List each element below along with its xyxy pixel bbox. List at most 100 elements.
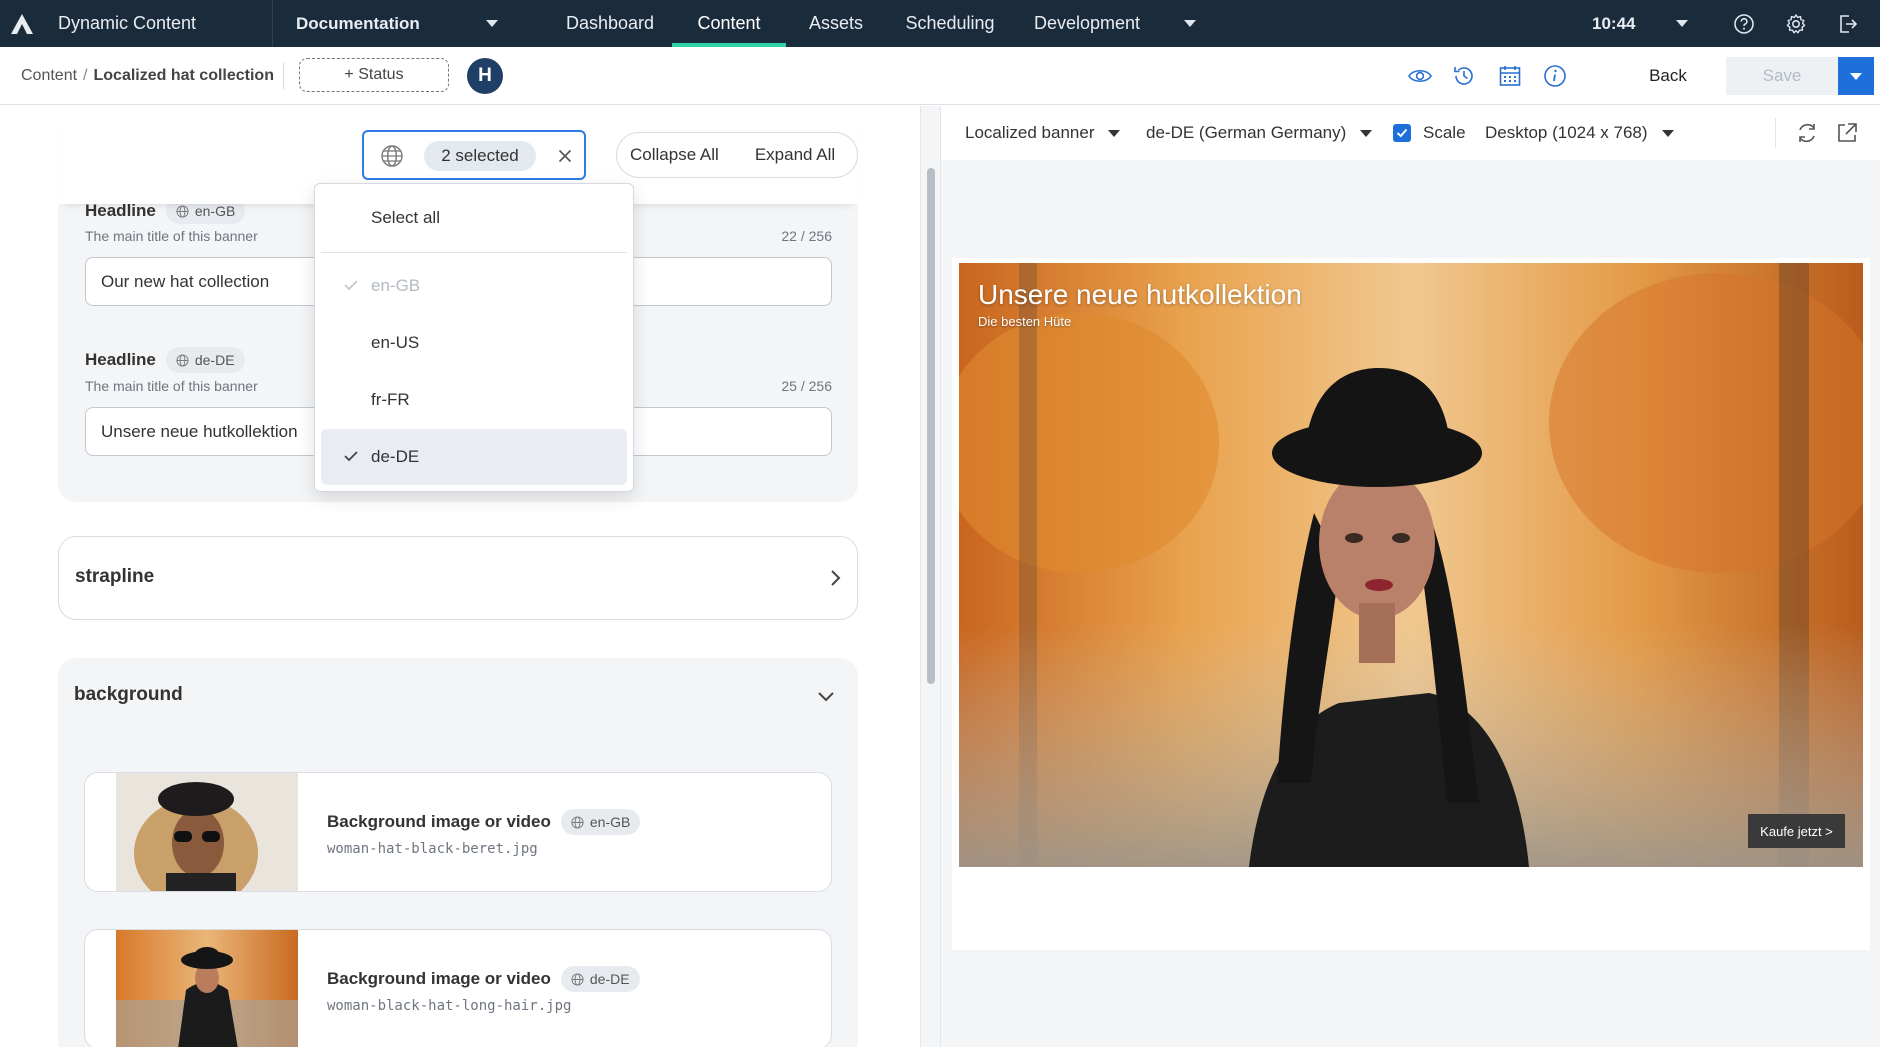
locale-option-de-de[interactable]: de-DE	[321, 429, 627, 485]
device-select-value: Desktop (1024 x 768)	[1485, 123, 1648, 142]
media-label: Background image or video en-GB	[327, 809, 641, 835]
banner-cta-button[interactable]: Kaufe jetzt >	[1748, 814, 1845, 848]
template-select-value: Localized banner	[965, 123, 1095, 142]
header-divider	[283, 63, 284, 89]
time-display: 10:44	[1592, 13, 1636, 33]
option-label: de-DE	[371, 447, 420, 466]
close-icon[interactable]	[554, 145, 576, 167]
menu-divider	[321, 252, 627, 253]
option-label: en-GB	[371, 276, 421, 295]
eye-icon[interactable]	[1406, 62, 1434, 90]
scale-checkbox[interactable]: Scale	[1393, 106, 1466, 160]
calendar-icon[interactable]	[1496, 62, 1524, 90]
banner-subtitle: Die besten Hüte	[978, 314, 1072, 329]
check-icon	[1396, 128, 1408, 138]
expand-all-button[interactable]: Expand All	[719, 145, 835, 165]
locale-tag: de-DE	[560, 966, 640, 992]
media-item-en-gb[interactable]: Background image or video en-GB woman-ha…	[84, 772, 832, 892]
logo-icon[interactable]	[10, 0, 36, 47]
tab-dashboard[interactable]: Dashboard	[548, 0, 672, 47]
avatar[interactable]: H	[467, 58, 503, 94]
thumbnail-image	[116, 930, 298, 1047]
save-button[interactable]: Save	[1726, 57, 1838, 95]
background-section: background Background image or video en-…	[58, 658, 858, 1047]
logout-icon[interactable]	[1835, 0, 1861, 47]
chevron-down-icon	[1850, 72, 1862, 80]
chevron-down-icon	[1676, 20, 1688, 27]
device-select[interactable]: Desktop (1024 x 768)	[1485, 106, 1674, 160]
tab-scheduling[interactable]: Scheduling	[886, 0, 1014, 47]
banner-preview[interactable]: Unsere neue hutkollektion Die besten Hüt…	[959, 263, 1863, 867]
locale-option-fr-fr[interactable]: fr-FR	[321, 372, 627, 428]
globe-icon	[571, 815, 584, 829]
breadcrumb: Content / Localized hat collection	[21, 47, 274, 105]
chevron-right-icon[interactable]	[825, 568, 845, 588]
external-link-icon[interactable]	[1834, 120, 1860, 146]
character-counter: 22 / 256	[781, 228, 832, 244]
globe-icon	[381, 145, 403, 167]
gear-icon[interactable]	[1783, 0, 1809, 47]
field-description: The main title of this banner	[85, 228, 258, 244]
preview-locale-select[interactable]: de-DE (German Germany)	[1146, 106, 1373, 160]
selected-count-chip: 2 selected	[424, 141, 536, 171]
media-label-text: Background image or video	[327, 969, 551, 988]
locale-tag-text: en-GB	[589, 814, 631, 830]
app-name: Dynamic Content	[58, 13, 197, 33]
locale-tag: en-GB	[560, 809, 641, 835]
check-icon	[344, 280, 358, 291]
refresh-icon[interactable]	[1794, 120, 1820, 146]
locale-filter-select[interactable]: 2 selected	[362, 130, 586, 180]
scrollbar-thumb[interactable]	[927, 168, 935, 684]
collapse-expand-group: Collapse All Expand All	[616, 132, 858, 178]
strapline-section[interactable]: strapline	[58, 536, 858, 620]
chevron-down-icon[interactable]	[816, 686, 836, 706]
visualization-panel: Localized banner de-DE (German Germany) …	[941, 106, 1880, 1047]
chevron-down-icon	[1184, 20, 1196, 27]
tab-content[interactable]: Content	[672, 0, 786, 47]
hub-dropdown-caret[interactable]	[486, 0, 498, 47]
option-label: Select all	[371, 208, 440, 227]
locale-tag-text: de-DE	[589, 971, 630, 987]
top-navigation-bar: Dynamic Content Documentation Dashboard …	[0, 0, 1880, 47]
globe-icon	[176, 204, 189, 218]
breadcrumb-root[interactable]: Content	[21, 67, 77, 85]
chevron-down-icon	[1108, 129, 1121, 137]
thumbnail-image	[116, 773, 298, 891]
back-button[interactable]: Back	[1630, 57, 1706, 95]
media-label-text: Background image or video	[327, 812, 551, 831]
help-icon[interactable]	[1731, 0, 1757, 47]
preview-locale-value: de-DE (German Germany)	[1146, 123, 1347, 142]
toolbar-divider	[1775, 118, 1776, 148]
breadcrumb-current: Localized hat collection	[93, 67, 274, 84]
tab-development[interactable]: Development	[1014, 0, 1160, 47]
add-status-button[interactable]: + Status	[299, 58, 449, 92]
check-icon	[344, 451, 358, 462]
hub-selector[interactable]: Documentation	[296, 0, 420, 47]
media-filename: woman-hat-black-beret.jpg	[327, 841, 538, 857]
info-icon[interactable]	[1541, 62, 1569, 90]
media-filename: woman-black-hat-long-hair.jpg	[327, 998, 572, 1014]
select-all-option[interactable]: Select all	[321, 190, 627, 246]
field-description: The main title of this banner	[85, 378, 258, 394]
chevron-down-icon	[486, 20, 498, 27]
chevron-down-icon	[1661, 129, 1674, 137]
time-dropdown-caret[interactable]	[1676, 0, 1688, 47]
preview-toolbar: Localized banner de-DE (German Germany) …	[941, 106, 1880, 160]
media-item-de-de[interactable]: Background image or video de-DE woman-bl…	[84, 929, 832, 1047]
globe-icon	[571, 972, 584, 986]
editor-scrollbar[interactable]	[920, 106, 941, 1047]
field-label-headline-de-de: Headline de-DE	[85, 347, 245, 373]
locale-dropdown-menu: Select all en-GB en-US fr-FR de-DE	[314, 183, 634, 492]
tab-assets[interactable]: Assets	[786, 0, 886, 47]
template-select[interactable]: Localized banner	[965, 106, 1121, 160]
scale-label: Scale	[1423, 123, 1466, 142]
development-dropdown-caret[interactable]	[1184, 0, 1196, 47]
checkbox-checked[interactable]	[1393, 124, 1411, 142]
save-options-button[interactable]	[1838, 57, 1874, 95]
field-label-text: Headline	[85, 201, 156, 220]
collapse-all-button[interactable]: Collapse All	[617, 145, 719, 165]
history-icon[interactable]	[1450, 62, 1478, 90]
locale-option-en-us[interactable]: en-US	[321, 315, 627, 371]
chevron-down-icon	[1360, 129, 1373, 137]
option-label: fr-FR	[371, 390, 410, 409]
